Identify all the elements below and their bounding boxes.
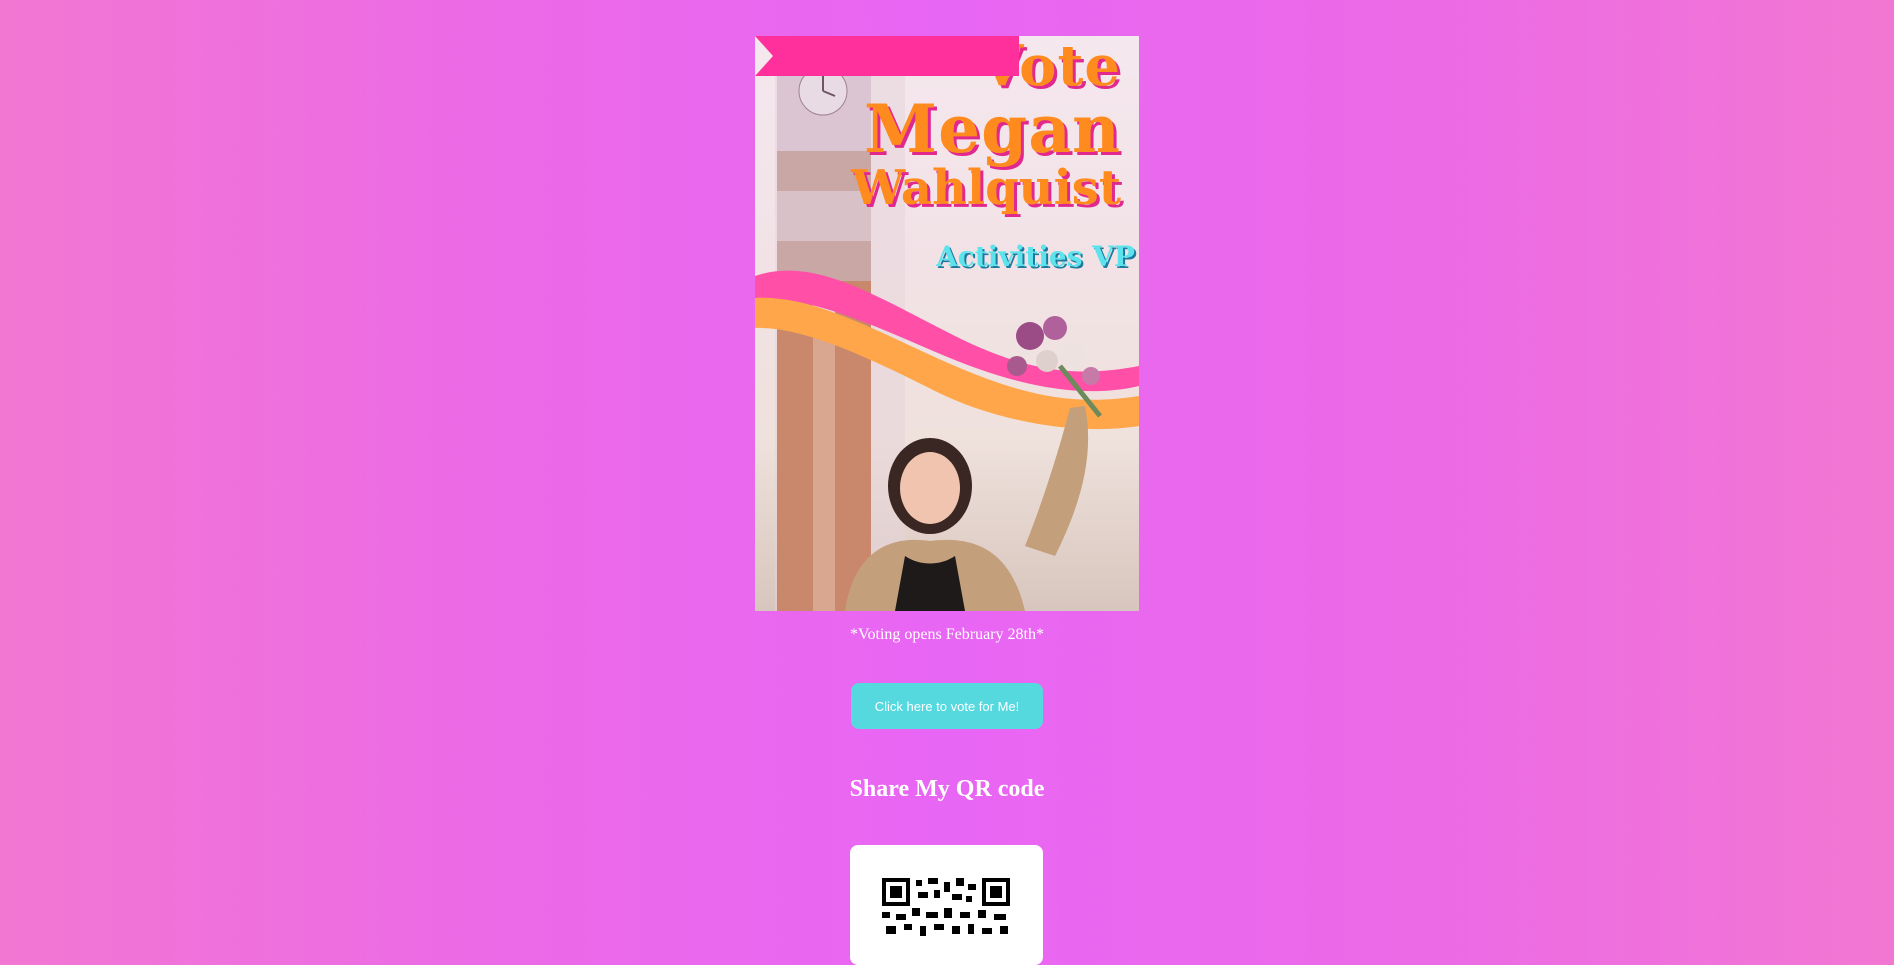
poster-title-line2: Megan (864, 90, 1121, 168)
qr-card (850, 845, 1043, 965)
poster-title-line3: Wahlquist (851, 160, 1121, 216)
role-ribbon (755, 36, 1019, 76)
qr-heading: Share My QR code (849, 776, 1045, 802)
vote-button[interactable]: Click here to vote for Me! (851, 683, 1043, 729)
campaign-poster: Vote Megan Wahlquist Activities VP (755, 36, 1139, 611)
role-label: Activities VP (936, 240, 1135, 273)
qr-code-icon (882, 878, 1010, 936)
voting-date-note: *Voting opens February 28th* (850, 626, 1044, 643)
